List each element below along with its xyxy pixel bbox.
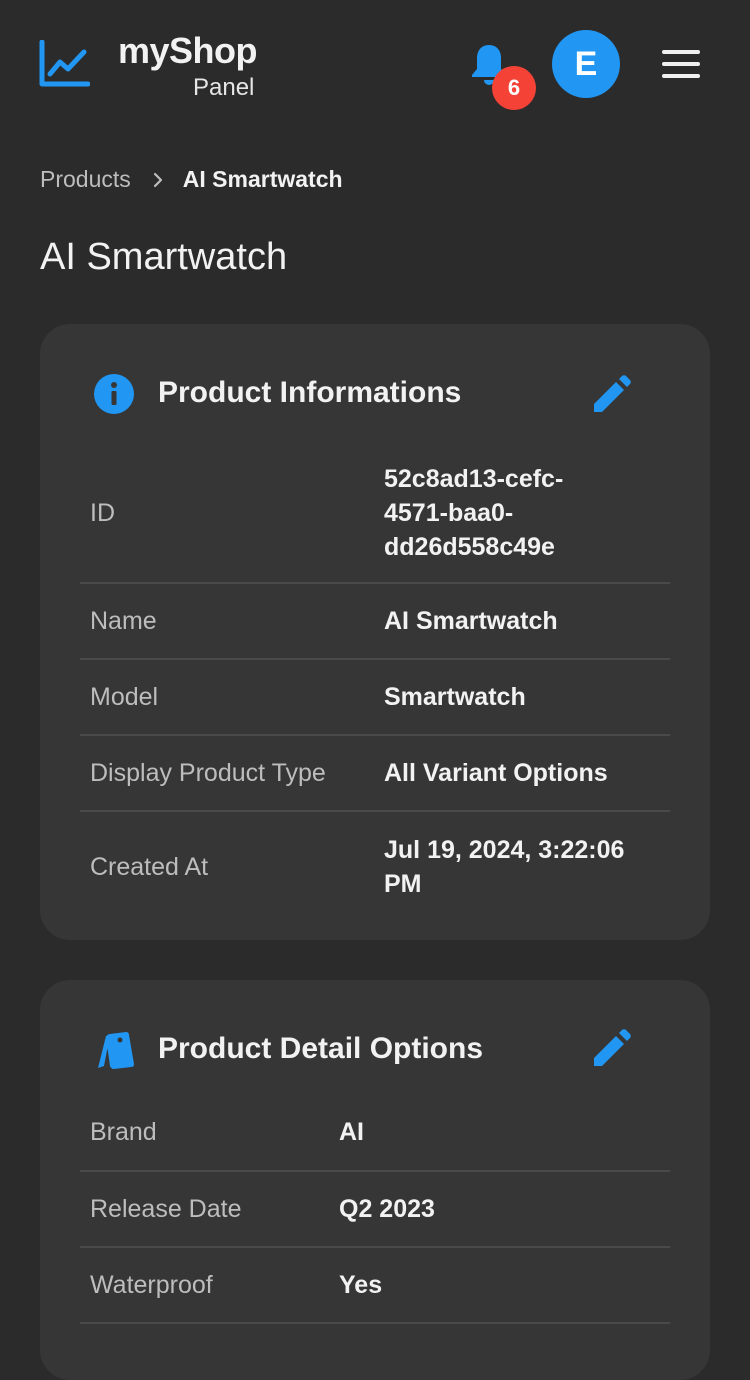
product-info-table: ID 52c8ad13-cefc- 4571-baa0- dd26d558c49… <box>80 444 670 922</box>
table-row: Name AI Smartwatch <box>80 584 670 660</box>
row-value: Jul 19, 2024, 3:22:06 PM <box>384 836 625 898</box>
breadcrumb-products-link[interactable]: Products <box>40 166 131 193</box>
top-bar: myShop Panel 6 E <box>0 0 750 130</box>
product-detail-card: Product Detail Options Brand AI Release … <box>40 980 710 1380</box>
row-label: Created At <box>90 852 209 881</box>
chevron-right-icon <box>153 172 162 187</box>
row-value: AI Smartwatch <box>384 607 558 635</box>
notification-badge: 6 <box>492 66 536 110</box>
chart-line-icon <box>39 40 90 87</box>
row-value: Smartwatch <box>384 683 526 711</box>
card-title: Product Informations <box>158 376 462 409</box>
product-info-card: Product Informations ID 52c8ad13-cefc- 4… <box>40 324 710 940</box>
card-header: Product Detail Options <box>40 980 710 1094</box>
edit-pencil-icon[interactable] <box>590 372 634 416</box>
row-label: Name <box>90 606 157 635</box>
table-row: Brand AI <box>80 1094 670 1172</box>
app-name: myShop <box>118 30 258 71</box>
tags-icon <box>98 1032 134 1069</box>
row-value: Q2 2023 <box>339 1195 435 1223</box>
row-value: Yes <box>339 1271 383 1299</box>
table-row: Waterproof Yes <box>80 1248 670 1324</box>
row-value: AI <box>339 1118 364 1146</box>
table-row: Created At Jul 19, 2024, 3:22:06 PM <box>80 812 670 922</box>
breadcrumb-current: AI Smartwatch <box>182 166 343 192</box>
card-title: Product Detail Options <box>158 1032 484 1065</box>
avatar[interactable]: E <box>552 30 620 98</box>
row-label: ID <box>90 498 115 527</box>
table-row: ID 52c8ad13-cefc- 4571-baa0- dd26d558c49… <box>80 444 670 584</box>
info-icon <box>94 374 134 414</box>
row-label: Brand <box>90 1117 157 1146</box>
table-row: Model Smartwatch <box>80 660 670 736</box>
table-row: Release Date Q2 2023 <box>80 1172 670 1248</box>
card-header: Product Informations <box>40 324 710 444</box>
row-label: Display Product Type <box>90 758 326 787</box>
edit-pencil-icon[interactable] <box>590 1026 634 1070</box>
product-detail-table: Brand AI Release Date Q2 2023 Waterproof… <box>80 1094 670 1324</box>
app-subtitle: Panel <box>193 74 255 101</box>
row-label: Release Date <box>90 1194 242 1223</box>
row-label: Waterproof <box>90 1270 213 1299</box>
page-title: AI Smartwatch <box>40 236 288 278</box>
table-row: Display Product Type All Variant Options <box>80 736 670 812</box>
row-value: 52c8ad13-cefc- 4571-baa0- dd26d558c49e <box>384 465 564 561</box>
breadcrumb: Products AI Smartwatch <box>40 166 343 193</box>
row-value: All Variant Options <box>384 759 608 787</box>
row-label: Model <box>90 682 159 711</box>
menu-icon[interactable] <box>662 50 702 78</box>
